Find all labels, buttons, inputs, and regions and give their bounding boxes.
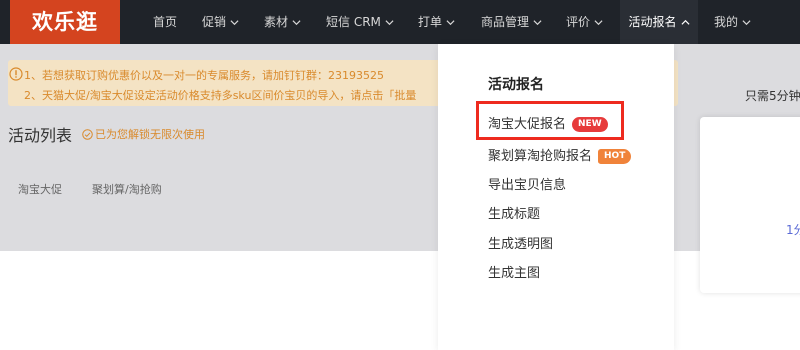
- chevron-down-icon: [292, 20, 301, 26]
- check-circle-icon: [82, 129, 93, 140]
- menu-item-export-product-info[interactable]: 导出宝贝信息: [488, 174, 566, 193]
- nav-item-orders[interactable]: 打单: [418, 0, 455, 44]
- chevron-down-icon: [230, 20, 239, 26]
- chevron-down-icon: [385, 20, 394, 26]
- warning-icon: [9, 67, 23, 81]
- nav-label: 促销: [202, 15, 227, 29]
- top-nav-bar: 欢乐逛 首页 促销 素材 短信 CRM 打单 商品管理 评价 活动报名 我的: [0, 0, 800, 44]
- nav-item-promotions[interactable]: 促销: [202, 0, 239, 44]
- dropdown-heading: 活动报名: [488, 77, 544, 93]
- right-card-text: 1分: [786, 223, 800, 237]
- nav-label: 商品管理: [481, 15, 530, 29]
- nav-item-product-management[interactable]: 商品管理: [481, 0, 542, 44]
- activity-signup-dropdown: 活动报名 淘宝大促报名 NEW 聚划算淘抢购报名 HOT 导出宝贝信息 生成标题 生…: [438, 44, 674, 350]
- nav-item-sms-crm[interactable]: 短信 CRM: [326, 0, 394, 44]
- app-logo[interactable]: 欢乐逛: [10, 0, 120, 44]
- nav-item-mine[interactable]: 我的: [714, 0, 751, 44]
- page-title: 活动列表: [8, 126, 73, 145]
- nav-item-reviews[interactable]: 评价: [566, 0, 603, 44]
- notice-line-1: 1、若想获取订购优惠价以及一对一的专属服务，请加钉钉群：23193525: [24, 69, 384, 82]
- nav-label: 我的: [714, 15, 739, 29]
- menu-item-label: 聚划算淘抢购报名: [488, 149, 593, 164]
- nav-label: 打单: [418, 15, 443, 29]
- nav-item-materials[interactable]: 素材: [264, 0, 301, 44]
- nav-label: 短信 CRM: [326, 15, 381, 29]
- tab-taobao-promotion[interactable]: 淘宝大促: [18, 181, 62, 197]
- menu-item-generate-title[interactable]: 生成标题: [488, 203, 540, 222]
- tab-juhuasuan[interactable]: 聚划算/淘抢购: [92, 181, 162, 197]
- notice-line-2: 2、天猫大促/淘宝大促设定活动价格支持多sku区间价宝贝的导入，请点击「批量: [24, 89, 417, 102]
- menu-item-generate-transparent-image[interactable]: 生成透明图: [488, 233, 553, 252]
- unlock-status: 已为您解锁无限次使用: [82, 126, 205, 142]
- highlight-box: [476, 101, 624, 140]
- chevron-down-icon: [594, 20, 603, 26]
- unlock-text: 已为您解锁无限次使用: [95, 128, 205, 141]
- nav-label: 评价: [566, 15, 591, 29]
- nav-label: 素材: [264, 15, 289, 29]
- nav-label: 首页: [153, 15, 178, 29]
- right-panel-text: 只需5分钟: [745, 89, 800, 103]
- chevron-up-icon: [680, 19, 690, 25]
- menu-item-juhuasuan-signup[interactable]: 聚划算淘抢购报名 HOT: [488, 145, 632, 164]
- right-panel-card: 1分: [700, 117, 800, 293]
- nav-item-activity-signup[interactable]: 活动报名: [620, 0, 698, 44]
- menu-item-generate-main-image[interactable]: 生成主图: [488, 262, 540, 281]
- hot-badge: HOT: [598, 149, 632, 164]
- nav-label: 活动报名: [628, 15, 677, 29]
- chevron-down-icon: [533, 20, 542, 26]
- chevron-down-icon: [742, 20, 751, 26]
- nav-item-home[interactable]: 首页: [153, 0, 177, 44]
- chevron-down-icon: [446, 20, 455, 26]
